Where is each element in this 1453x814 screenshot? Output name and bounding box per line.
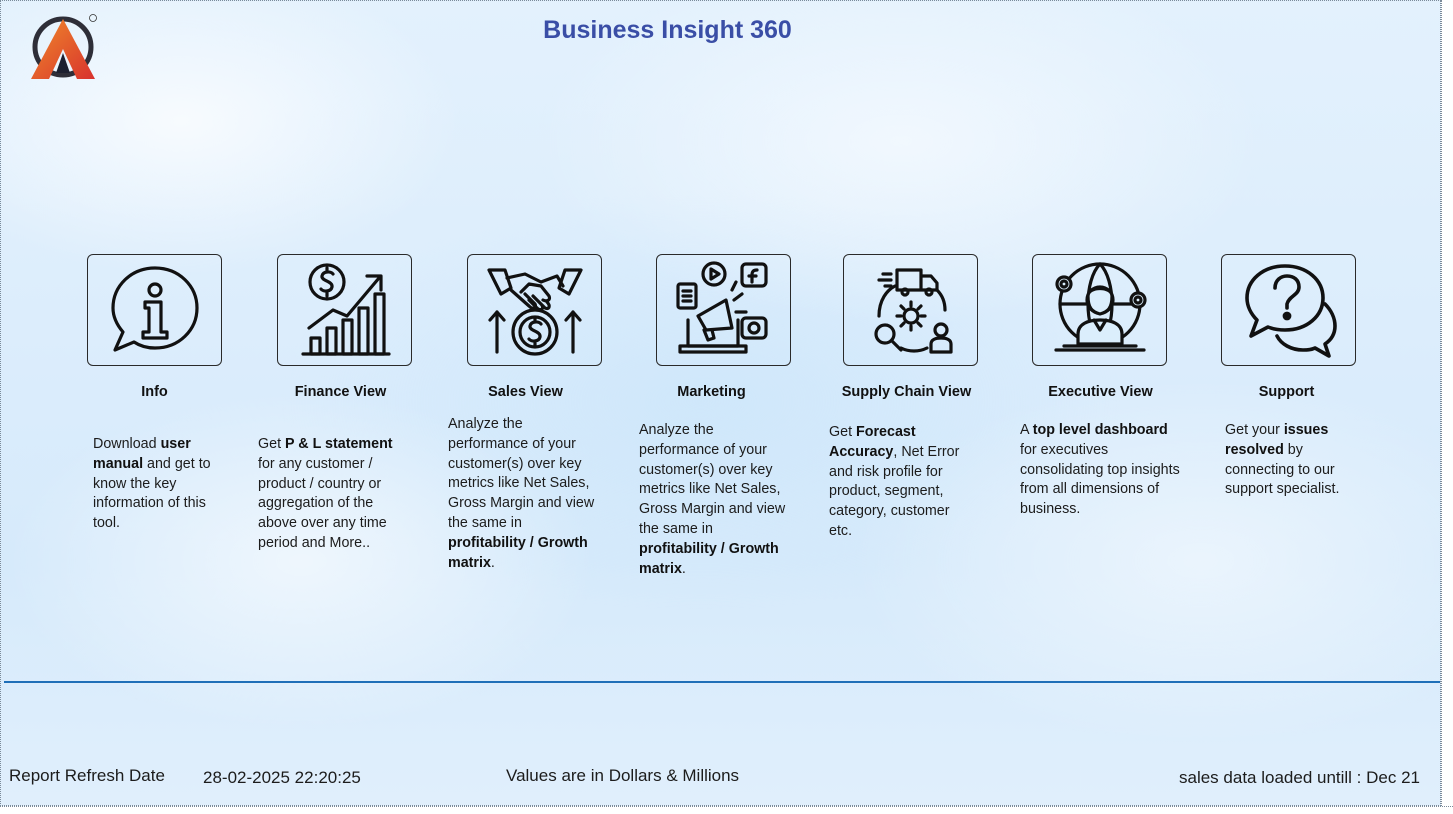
megaphone-icon [675,261,768,354]
report-refresh-label: Report Refresh Date [9,766,165,785]
data-loaded-note: sales data loaded untill : Dec 21 [1179,768,1420,787]
info-card-title: Info [141,384,168,400]
marketing-card-description: Analyze the performance of your customer… [639,422,786,577]
report-refresh-value: 28-02-2025 22:20:25 [203,768,361,787]
support-card-description: Get your issues resolved by connecting t… [1225,422,1340,498]
executive-icon [1053,262,1147,352]
executive-view-card-description: A top level dashboard for executives con… [1020,422,1180,518]
supply-chain-view-card-title: Supply Chain View [841,384,972,400]
marketing-card-button[interactable] [656,254,791,366]
info-card-description: Download user manual and get to know the… [93,436,211,532]
finance-view-card-description: Get P & L statement for any customer / p… [258,436,393,551]
support-card-title: Support [1258,384,1315,400]
executive-view-card-button[interactable] [1032,254,1167,366]
finance-view-card-button[interactable] [277,254,412,366]
executive-view-card-title: Executive View [1048,384,1153,400]
support-card-button[interactable] [1221,254,1356,366]
finance-view-card-title: Finance View [294,384,387,400]
sales-view-card-title: Sales View [488,384,563,400]
marketing-card-title: Marketing [677,384,746,400]
page-title: Business Insight 360 [543,16,792,44]
bottom-edge [0,806,1453,814]
finance-growth-icon [300,263,391,356]
right-edge [1441,0,1453,814]
supply-chain-view-card-button[interactable] [843,254,978,366]
units-note: Values are in Dollars & Millions [506,766,740,785]
handshake-dollar-icon [486,268,583,356]
info-icon [110,266,199,352]
report-canvas: Business Insight 360 Info Download user … [0,0,1441,806]
supply-chain-view-card-description: Get Forecast Accuracy, Net Error and ris… [829,424,960,539]
sales-view-card-description: Analyze the performance of your customer… [448,416,595,571]
sales-view-card-button[interactable] [467,254,602,366]
footer-divider [4,681,1440,683]
support-chat-icon [1244,264,1337,358]
info-card-button[interactable] [87,254,222,366]
supply-chain-icon [873,268,953,354]
